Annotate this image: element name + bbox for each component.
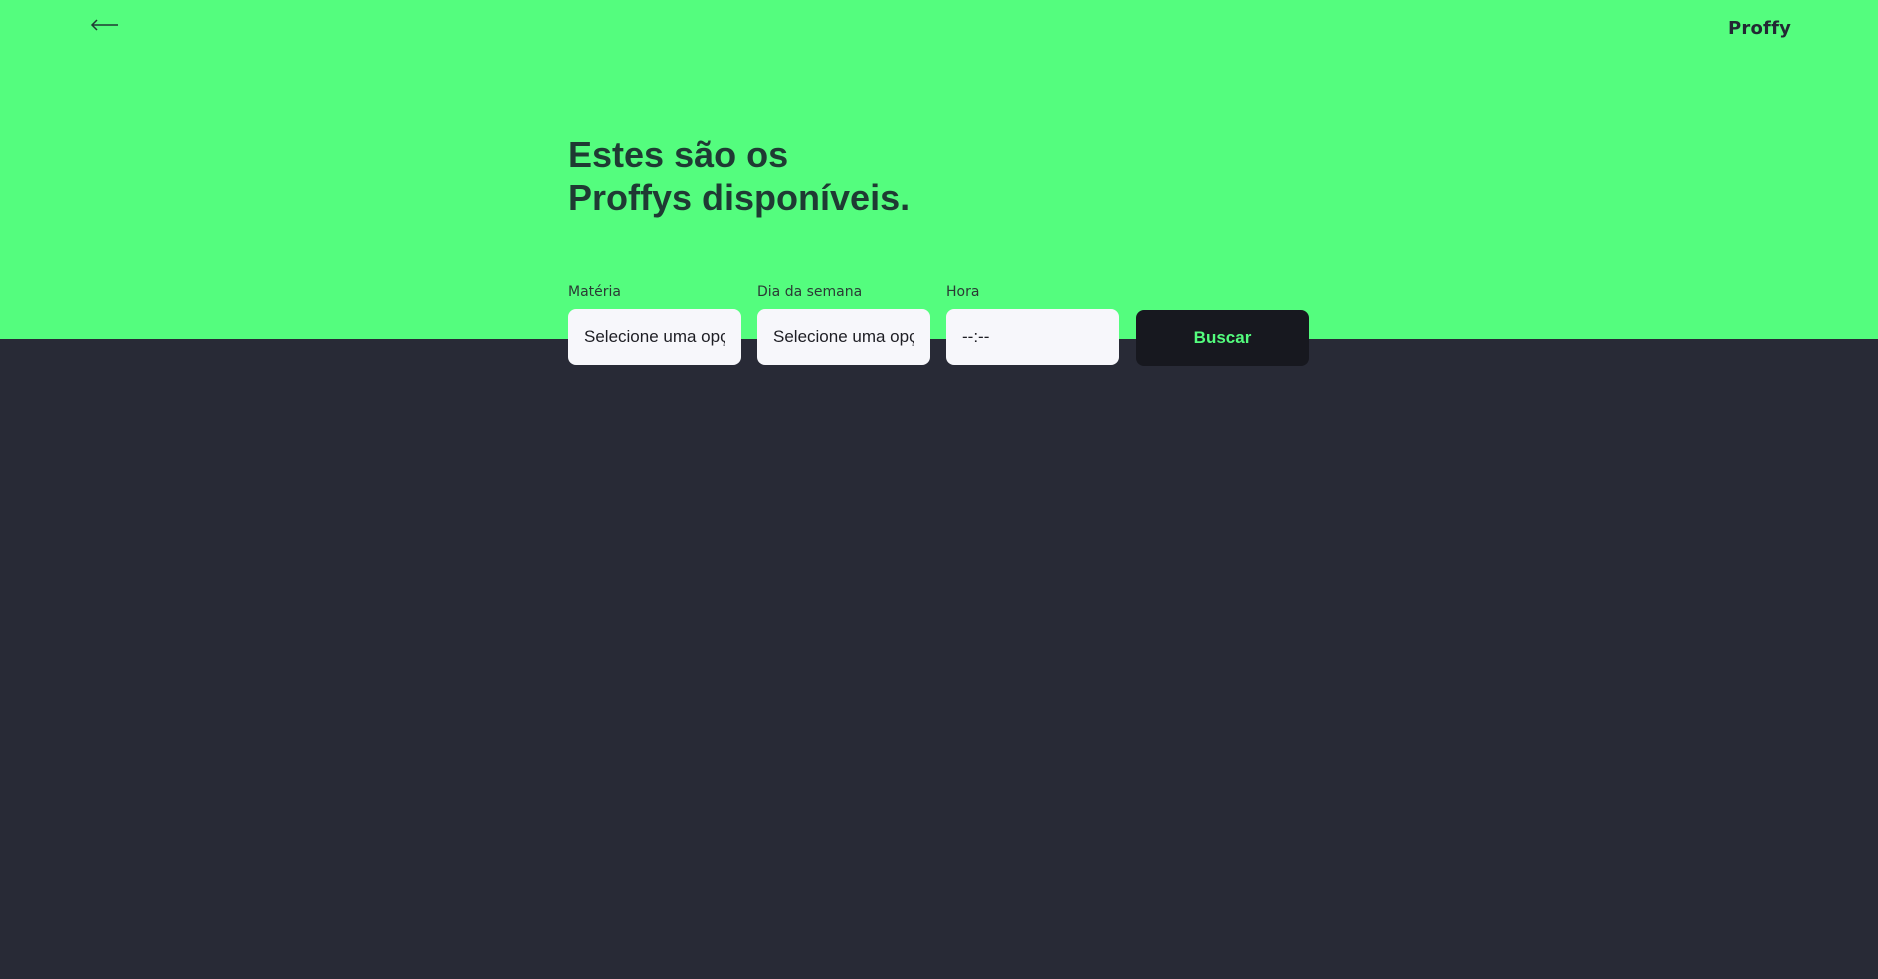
page-header: Proffy Estes são os Proffys disponíveis.: [0, 0, 1878, 339]
arrow-left-icon: [90, 19, 118, 31]
weekday-field: Dia da semana Selecione uma opção: [757, 283, 930, 365]
page-title: Estes são os Proffys disponíveis.: [568, 133, 910, 219]
subject-select[interactable]: Selecione uma opção: [568, 309, 741, 365]
page-title-line-1: Estes são os: [568, 134, 789, 175]
app-logo: Proffy: [1728, 18, 1792, 39]
back-button[interactable]: [88, 12, 122, 38]
time-label: Hora: [946, 284, 980, 300]
subject-field: Matéria Selecione uma opção: [568, 283, 741, 365]
search-button[interactable]: Buscar: [1136, 310, 1309, 366]
time-input[interactable]: --:--: [946, 309, 1119, 365]
time-input-value: --:--: [962, 327, 990, 346]
weekday-select-value: Selecione uma opção: [773, 327, 914, 346]
time-field: Hora --:--: [946, 283, 1119, 365]
weekday-label: Dia da semana: [757, 284, 863, 300]
subject-label: Matéria: [568, 284, 621, 300]
subject-select-value: Selecione uma opção: [584, 327, 725, 346]
weekday-select[interactable]: Selecione uma opção: [757, 309, 930, 365]
page-title-line-2: Proffys disponíveis.: [568, 177, 911, 218]
